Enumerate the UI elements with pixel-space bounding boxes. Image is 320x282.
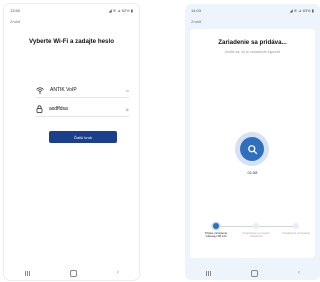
status-icons: ◢ ≋ ⊿ 82% ▮ [108,7,133,13]
wifi-network-row[interactable]: ANTIK VoIP ⇆ [36,84,129,96]
page-title: Vyberte Wi-Fi a zadajte heslo [29,38,114,45]
cancel-button[interactable]: Zrušiť [185,16,320,24]
password-row[interactable]: asdffdsa ◉ [36,103,129,115]
recent-apps-icon[interactable] [205,270,211,276]
step-3-dot [293,223,299,229]
step-1-dot [213,223,219,229]
progress-card: Zariadenie sa pridáva... Uistite sa, že … [190,29,315,258]
countdown-timer: 01:58 [247,170,258,175]
status-time: 14:03 [191,7,202,13]
page-subtitle: Uistite sa, že je zariadenie zapnuté [224,50,281,54]
back-icon[interactable]: ‹ [298,270,300,276]
home-icon[interactable] [251,269,258,277]
progress-steps: Prijatie zariadenia Gateway-5B 143 Regis… [196,223,310,253]
eye-icon[interactable]: ◉ [126,107,130,112]
swap-icon[interactable]: ⇆ [126,88,129,93]
status-bar: 14:03 ◢ ≋ ⊿ 83% ▮ [185,4,320,16]
wifi-setup-screen: 13:50 ◢ ≋ ⊿ 82% ▮ Zrušiť Vyberte Wi-Fi a… [4,4,139,280]
device-adding-screen: 14:03 ◢ ≋ ⊿ 83% ▮ Zrušiť Zariadenie sa p… [185,4,320,280]
search-icon [240,137,264,161]
divider [36,97,129,98]
recent-apps-icon[interactable] [24,270,30,276]
home-icon[interactable] [70,269,77,277]
password-field[interactable]: asdffdsa [49,106,126,112]
search-progress-ring [235,132,269,166]
divider [36,116,129,117]
status-bar: 13:50 ◢ ≋ ⊿ 82% ▮ [4,4,139,16]
page-title: Zariadenie sa pridáva... [218,39,287,46]
cancel-button[interactable]: Zrušiť [4,16,139,24]
wifi-name: ANTIK VoIP [50,87,77,93]
status-time: 13:50 [10,7,21,13]
android-nav-bar: ‹ [185,266,320,280]
step-2-dot [253,223,259,229]
step-2-label: Registrácia na cloude zariadenia [242,231,270,239]
step-3-label: Inicializácia zariadenia [282,231,310,235]
step-1-label: Prijatie zariadenia Gateway-5B 143 [204,231,228,239]
back-icon[interactable]: ‹ [117,270,119,276]
android-nav-bar: ‹ [4,266,139,280]
status-icons: ◢ ≋ ⊿ 83% ▮ [289,7,314,13]
next-step-button[interactable]: Ďalší krok [49,131,117,143]
